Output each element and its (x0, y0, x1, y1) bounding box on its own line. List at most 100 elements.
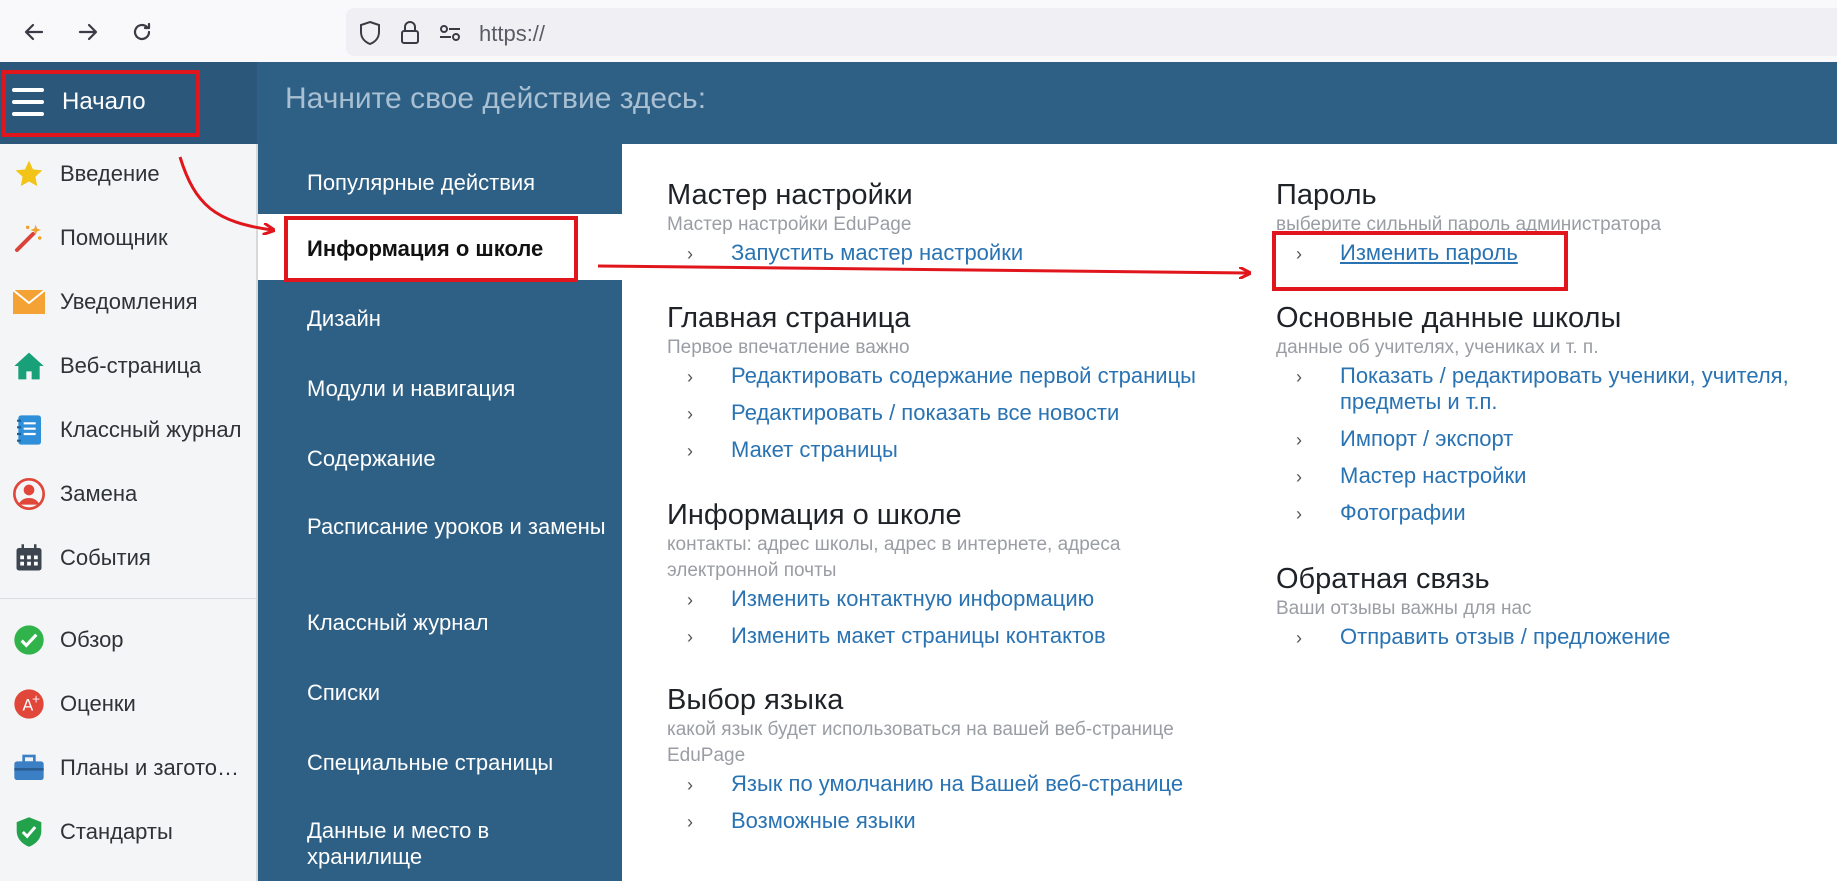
chevron-right-icon: › (687, 627, 693, 647)
chevron-right-icon: › (687, 775, 693, 795)
arrow-left-icon (24, 23, 44, 41)
link-row[interactable]: › Изменить контактную информацию (667, 584, 1212, 621)
chevron-right-icon: › (1296, 244, 1302, 264)
section-school-data: Основные данные школы данные об учителях… (1276, 301, 1816, 535)
section-language: Выбор языка какой язык будет использоват… (667, 683, 1212, 843)
sidebar-item-intro[interactable]: Введение (0, 144, 256, 204)
link[interactable]: Возможные языки (731, 808, 916, 834)
home-menu-button[interactable]: Начало (0, 62, 257, 144)
link-row[interactable]: › Макет страницы (667, 435, 1227, 472)
section-password: Пароль выберите сильный пароль администр… (1276, 178, 1816, 275)
menu-item-storage[interactable]: Данные и место в хранилище (258, 810, 622, 880)
link[interactable]: Мастер настройки (1340, 463, 1526, 489)
link[interactable]: Отправить отзыв / предложение (1340, 624, 1670, 650)
forward-button[interactable] (68, 14, 108, 50)
sidebar-item-webpage[interactable]: Веб-страница (0, 336, 256, 396)
calendar-icon (12, 541, 46, 575)
sidebar-item-label: Замена (60, 481, 138, 506)
link[interactable]: Фотографии (1340, 500, 1466, 526)
link-row[interactable]: › Редактировать содержание первой страниц… (667, 361, 1227, 398)
lock-icon[interactable] (396, 20, 424, 46)
page-title: Начните свое действие здесь: (285, 82, 707, 115)
sidebar-item-label: Введение (60, 161, 160, 186)
link-row[interactable]: › Фотографии (1276, 498, 1816, 535)
link[interactable]: Запустить мастер настройки (731, 240, 1023, 266)
url-text[interactable]: https:// (479, 21, 545, 47)
sidebar-item-events[interactable]: События (0, 528, 256, 588)
chevron-right-icon: › (687, 367, 693, 387)
grade-icon: A + (12, 687, 46, 721)
reload-button[interactable] (122, 14, 162, 50)
link-row[interactable]: › Запустить мастер настройки (667, 238, 1227, 275)
address-bar[interactable]: https:// (346, 8, 1837, 56)
sidebar-item-plans[interactable]: Планы и заготовки (0, 738, 256, 798)
menu-item-gradebook[interactable]: Классный журнал (258, 598, 622, 648)
chevron-right-icon: › (1296, 367, 1302, 387)
menu-item-content[interactable]: Содержание (258, 434, 622, 484)
link-row[interactable]: › Показать / редактировать ученики, учите… (1276, 361, 1816, 424)
menu-item-popular[interactable]: Популярные действия (258, 158, 622, 208)
sidebar-item-label: Обзор (60, 627, 124, 652)
back-button[interactable] (14, 14, 54, 50)
sidebar-item-label: Веб-страница (60, 353, 202, 378)
link-row[interactable]: › Редактировать / показать все новости (667, 398, 1227, 435)
link-row[interactable]: › Импорт / экспорт (1276, 424, 1816, 461)
link-row[interactable]: › Язык по умолчанию на Вашей веб-странице (667, 769, 1212, 806)
menu-item-school-info[interactable]: Информация о школе (258, 214, 622, 280)
link[interactable]: Редактировать / показать все новости (731, 400, 1119, 426)
browser-toolbar: https:// (0, 0, 1837, 62)
sidebar-item-label: Помощник (60, 225, 168, 250)
house-icon (12, 349, 46, 383)
link[interactable]: Редактировать содержание первой страницы (731, 363, 1196, 389)
notebook-icon (12, 413, 46, 447)
link[interactable]: Изменить макет страницы контактов (731, 623, 1106, 649)
section-setup-wizard: Мастер настройки Мастер настройки EduPag… (667, 178, 1227, 275)
sidebar-item-gradebook[interactable]: Классный журнал (0, 400, 256, 460)
menu-item-timetable[interactable]: Расписание уроков и замены (258, 506, 622, 576)
link[interactable]: Язык по умолчанию на Вашей веб-странице (731, 771, 1183, 797)
link[interactable]: Показать / редактировать ученики, учител… (1340, 363, 1810, 415)
checkmark-icon (12, 623, 46, 657)
settings-menu: Популярные действия Информация о школе Д… (258, 144, 622, 881)
home-label: Начало (62, 88, 146, 115)
briefcase-icon (12, 751, 46, 785)
permissions-icon[interactable] (436, 20, 464, 46)
sidebar-item-label: Планы и заготовки (60, 755, 244, 780)
sidebar-item-notifications[interactable]: Уведомления (0, 272, 256, 332)
reload-icon (133, 22, 151, 41)
sidebar-item-substitution[interactable]: Замена (0, 464, 256, 524)
sidebar-item-label: События (60, 545, 151, 570)
chevron-right-icon: › (687, 812, 693, 832)
sidebar-item-grades[interactable]: A + Оценки (0, 674, 256, 734)
link-row[interactable]: › Возможные языки (667, 806, 1212, 843)
shield-icon[interactable] (356, 20, 384, 46)
link-row[interactable]: › Мастер настройки (1276, 461, 1816, 498)
chevron-right-icon: › (687, 441, 693, 461)
sidebar-item-standards[interactable]: Стандарты (0, 802, 256, 862)
change-password-link[interactable]: Изменить пароль (1340, 240, 1518, 266)
sidebar: Введение Помощник Уведомления Веб-страни… (0, 144, 258, 881)
menu-item-design[interactable]: Дизайн (258, 294, 622, 344)
content-panel: Мастер настройки Мастер настройки EduPag… (622, 144, 1837, 881)
person-icon (12, 477, 46, 511)
link[interactable]: Изменить контактную информацию (731, 586, 1094, 612)
menu-item-lists[interactable]: Списки (258, 668, 622, 718)
shield-check-icon (12, 815, 46, 849)
sidebar-item-label: Уведомления (60, 289, 198, 314)
menu-item-special-pages[interactable]: Специальные страницы (258, 738, 622, 788)
chevron-right-icon: › (687, 404, 693, 424)
link[interactable]: Макет страницы (731, 437, 898, 463)
link[interactable]: Импорт / экспорт (1340, 426, 1513, 452)
menu-item-modules[interactable]: Модули и навигация (258, 364, 622, 414)
sidebar-item-overview[interactable]: Обзор (0, 610, 256, 670)
chevron-right-icon: › (687, 244, 693, 264)
hamburger-icon (12, 88, 44, 116)
link-row[interactable]: › Изменить макет страницы контактов (667, 621, 1212, 658)
section-home-page: Главная страница Первое впечатление важн… (667, 301, 1227, 472)
sidebar-item-label: Классный журнал (60, 417, 242, 442)
link-row[interactable]: › Изменить пароль (1276, 238, 1816, 275)
link-row[interactable]: › Отправить отзыв / предложение (1276, 622, 1816, 659)
sidebar-divider (0, 598, 256, 599)
sidebar-item-assistant[interactable]: Помощник (0, 208, 256, 268)
sidebar-item-label: Оценки (60, 691, 136, 716)
